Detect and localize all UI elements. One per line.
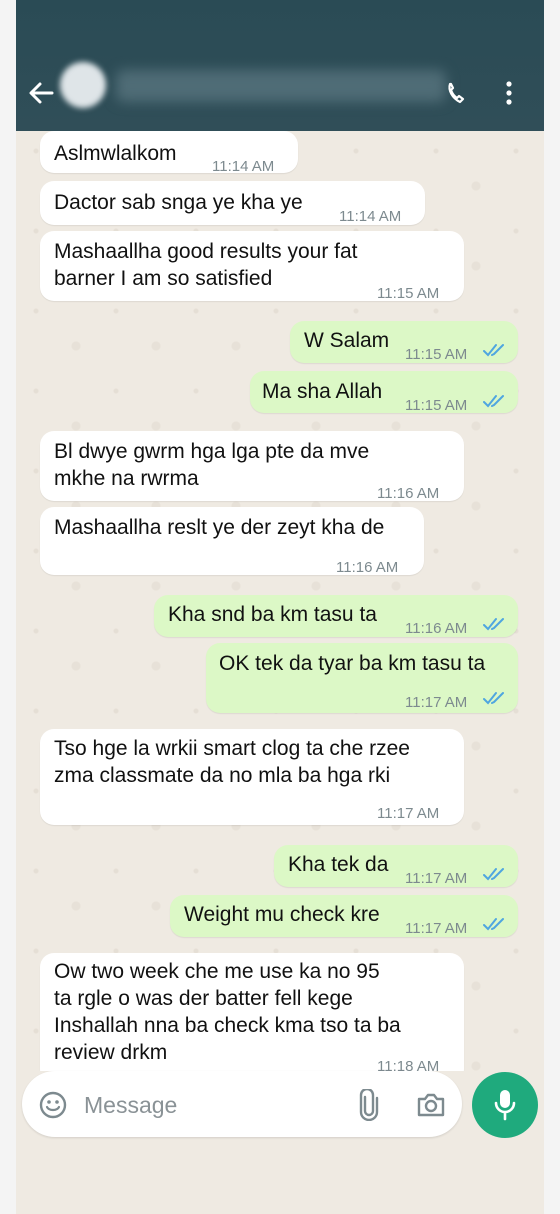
message-time: 11:17 AM — [405, 870, 468, 887]
camera-icon[interactable] — [416, 1091, 446, 1119]
message-time: 11:16 AM — [377, 485, 440, 502]
message-text: Mashaallha good results your fat — [54, 240, 358, 263]
phone-icon[interactable] — [444, 78, 470, 108]
message-incoming[interactable]: Bl dwye gwrm hga lga pte da mve mkhe na … — [40, 431, 464, 502]
paperclip-icon[interactable] — [356, 1089, 382, 1121]
chat-header — [16, 0, 544, 131]
read-ticks-icon — [483, 692, 504, 705]
message-text: Weight mu check kre — [184, 903, 380, 926]
message-text: Ma sha Allah — [262, 380, 383, 403]
microphone-icon — [494, 1090, 516, 1121]
read-ticks-icon — [483, 868, 504, 881]
message-text: Kha tek da — [288, 853, 389, 876]
message-incoming[interactable]: Ow two week che me use ka no 95 ta rgle … — [40, 953, 464, 1071]
chat-app: Aslmwlalkom 11:14 AM Dactor sab snga ye … — [16, 0, 544, 1214]
message-list[interactable]: Aslmwlalkom 11:14 AM Dactor sab snga ye … — [16, 131, 544, 1071]
message-time: 11:14 AM — [212, 158, 275, 175]
message-text: OK tek da tyar ba km tasu ta — [219, 652, 486, 675]
message-text: ta rgle o was der batter fell kege — [54, 987, 353, 1010]
message-outgoing[interactable]: Kha snd ba km tasu ta 11:16 AM — [154, 595, 518, 637]
message-outgoing[interactable]: Weight mu check kre 11:17 AM — [170, 895, 518, 937]
read-ticks-icon — [483, 618, 504, 631]
read-ticks-icon — [483, 395, 504, 408]
message-time: 11:16 AM — [336, 559, 399, 576]
screen-edge-right — [544, 0, 560, 1214]
more-vertical-icon[interactable] — [504, 78, 514, 108]
message-time: 11:15 AM — [405, 346, 468, 363]
message-outgoing[interactable]: OK tek da tyar ba km tasu ta 11:17 AM — [206, 643, 518, 713]
message-time: 11:17 AM — [405, 694, 468, 711]
message-time: 11:15 AM — [377, 285, 440, 302]
message-time: 11:15 AM — [405, 397, 468, 414]
read-ticks-icon — [483, 344, 504, 357]
message-text: zma classmate da no mla ba hga rki — [54, 764, 391, 787]
message-composer — [22, 1071, 462, 1139]
message-time: 11:18 AM — [377, 1058, 440, 1071]
contact-avatar[interactable] — [60, 62, 106, 108]
message-text: mkhe na rwrma — [54, 467, 199, 490]
arrow-left-icon[interactable] — [26, 78, 56, 108]
message-text: Inshallah nna ba check kma tso ta ba — [54, 1014, 401, 1037]
voice-message-button[interactable] — [472, 1072, 538, 1138]
message-text: Dactor sab snga ye kha ye — [54, 191, 303, 214]
contact-name-redacted[interactable] — [116, 70, 446, 102]
read-ticks-icon — [483, 918, 504, 931]
message-incoming[interactable]: Dactor sab snga ye kha ye 11:14 AM — [40, 181, 425, 225]
message-time: 11:16 AM — [405, 620, 468, 637]
message-time: 11:14 AM — [339, 208, 402, 225]
message-text: review drkm — [54, 1041, 168, 1064]
message-text: Mashaallha reslt ye der zeyt kha de — [54, 516, 385, 539]
message-time: 11:17 AM — [405, 920, 468, 937]
message-text: Aslmwlalkom — [54, 142, 177, 165]
message-incoming[interactable]: Aslmwlalkom 11:14 AM — [40, 131, 298, 175]
bottom-area — [16, 1141, 544, 1214]
message-text: barner I am so satisfied — [54, 267, 273, 290]
message-text: Ow two week che me use ka no 95 — [54, 960, 380, 983]
message-outgoing[interactable]: Ma sha Allah 11:15 AM — [250, 371, 518, 414]
message-incoming[interactable]: Tso hge la wrkii smart clog ta che rzee … — [40, 729, 464, 825]
message-text: Tso hge la wrkii smart clog ta che rzee — [54, 737, 410, 760]
message-incoming[interactable]: Mashaallha good results your fat barner … — [40, 231, 464, 302]
message-outgoing[interactable]: W Salam 11:15 AM — [290, 321, 518, 363]
message-text: Kha snd ba km tasu ta — [168, 603, 377, 626]
screen-edge-left — [0, 0, 16, 1214]
message-incoming[interactable]: Mashaallha reslt ye der zeyt kha de 11:1… — [40, 507, 424, 576]
message-outgoing[interactable]: Kha tek da 11:17 AM — [274, 845, 518, 887]
message-input[interactable] — [82, 1071, 336, 1139]
message-time: 11:17 AM — [377, 805, 440, 822]
message-text: Bl dwye gwrm hga lga pte da mve — [54, 440, 370, 463]
emoji-icon[interactable] — [38, 1090, 68, 1120]
message-text: W Salam — [304, 329, 390, 352]
